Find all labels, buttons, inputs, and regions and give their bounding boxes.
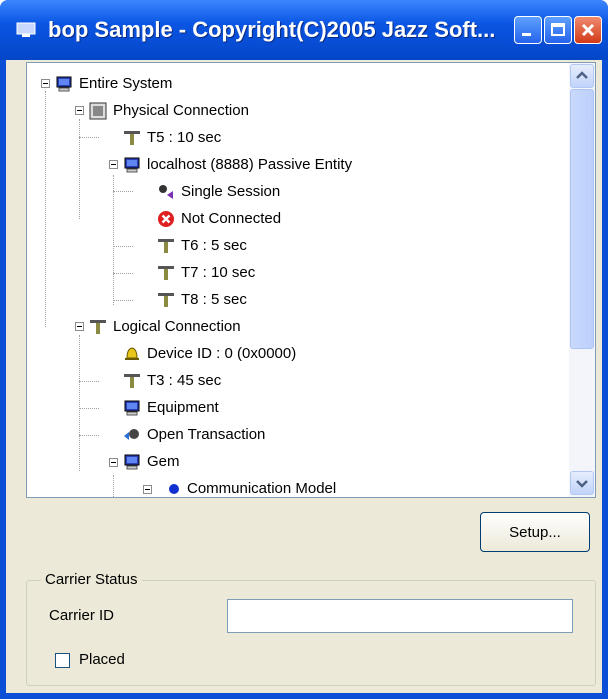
tree-line xyxy=(79,137,99,138)
computer-icon xyxy=(124,454,140,470)
tree-line xyxy=(79,408,99,409)
error-icon xyxy=(158,211,174,228)
tree-expander[interactable] xyxy=(75,106,84,115)
carrier-status-legend: Carrier Status xyxy=(41,571,142,588)
chevron-up-icon xyxy=(576,71,588,79)
tree-line xyxy=(113,191,133,192)
minimize-button[interactable] xyxy=(514,16,542,44)
timer-icon xyxy=(90,320,106,335)
tree-node-label: Communication Model xyxy=(187,480,337,498)
tree-node-label: Logical Connection xyxy=(113,318,241,336)
tree-node-label: Physical Connection xyxy=(113,102,249,120)
minimize-icon xyxy=(522,33,531,36)
dot-icon xyxy=(169,484,179,495)
tree-node-label: T5 : 10 sec xyxy=(147,129,222,147)
tree-node-label: Equipment xyxy=(147,399,219,417)
tree-expander[interactable] xyxy=(109,160,118,169)
tree-node-entire-system[interactable]: Entire System xyxy=(55,71,172,97)
tree-line xyxy=(79,381,99,382)
tree-node-communication-model[interactable]: Communication Model xyxy=(167,476,337,498)
tree-node-equipment[interactable]: Equipment xyxy=(123,395,219,421)
transaction-icon xyxy=(124,429,139,441)
tree-line xyxy=(113,175,114,305)
tree-expander[interactable] xyxy=(109,458,118,467)
maximize-icon xyxy=(551,23,565,36)
tree-node-t8[interactable]: T8 : 5 sec xyxy=(157,287,247,313)
tree-node-open-transaction[interactable]: Open Transaction xyxy=(123,422,265,448)
scroll-down-button[interactable] xyxy=(570,471,594,495)
tree-node-label: Gem xyxy=(147,453,180,471)
timer-icon xyxy=(158,293,174,308)
tree-node-logical-connection[interactable]: Logical Connection xyxy=(89,314,241,340)
tree-line xyxy=(45,91,46,327)
tree-node-label: T6 : 5 sec xyxy=(181,237,247,255)
tree-expander[interactable] xyxy=(143,485,152,494)
close-button[interactable] xyxy=(574,16,602,44)
network-icon xyxy=(89,102,107,120)
close-icon xyxy=(581,23,595,37)
app-icon xyxy=(16,22,36,37)
computer-icon xyxy=(124,400,140,416)
tree-node-single-session[interactable]: Single Session xyxy=(157,179,280,205)
tree-line xyxy=(113,273,133,274)
tree-node-label: Not Connected xyxy=(181,210,282,228)
tree-content: Entire System Physical Connection T5 : 1… xyxy=(27,63,567,498)
tree-node-gem[interactable]: Gem xyxy=(123,449,180,475)
tree-node-t3[interactable]: T3 : 45 sec xyxy=(123,368,221,394)
tree-node-label: Device ID : 0 (0x0000) xyxy=(147,345,297,363)
tree-line xyxy=(113,300,133,301)
window-title: bop Sample - Copyright(C)2005 Jazz Soft.… xyxy=(48,17,496,42)
tree-node-label: Entire System xyxy=(79,75,173,93)
tree-node-not-connected[interactable]: Not Connected xyxy=(157,206,281,232)
tree-node-device-id[interactable]: Device ID : 0 (0x0000) xyxy=(123,341,296,367)
placed-label[interactable]: Placed xyxy=(79,651,125,668)
tree-expander[interactable] xyxy=(75,322,84,331)
carrier-status-group: Carrier Status Carrier ID Placed xyxy=(26,571,596,686)
tree-node-label: T3 : 45 sec xyxy=(147,372,222,390)
tree-node-label: Open Transaction xyxy=(147,426,266,444)
client-area: Entire System Physical Connection T5 : 1… xyxy=(6,60,602,693)
carrier-id-input[interactable] xyxy=(227,599,573,633)
vertical-scrollbar[interactable] xyxy=(569,63,595,497)
tree-node-label: T7 : 10 sec xyxy=(181,264,256,282)
timer-icon xyxy=(124,374,140,389)
bell-icon xyxy=(125,347,139,361)
tree-node-localhost[interactable]: localhost (8888) Passive Entity xyxy=(123,152,352,178)
computer-icon xyxy=(56,76,72,92)
tree-node-label: localhost (8888) Passive Entity xyxy=(147,156,353,174)
tree-view[interactable]: Entire System Physical Connection T5 : 1… xyxy=(26,62,596,498)
tree-line xyxy=(79,119,80,219)
tree-expander[interactable] xyxy=(41,79,50,88)
app-window: bop Sample - Copyright(C)2005 Jazz Soft.… xyxy=(0,0,608,699)
tree-node-t5[interactable]: T5 : 10 sec xyxy=(123,125,221,151)
tree-line xyxy=(113,246,133,247)
scroll-thumb[interactable] xyxy=(570,89,594,349)
scroll-up-button[interactable] xyxy=(570,64,594,88)
maximize-button[interactable] xyxy=(544,16,572,44)
tree-line xyxy=(113,475,114,497)
setup-button[interactable]: Setup... xyxy=(480,512,590,552)
tree-node-t7[interactable]: T7 : 10 sec xyxy=(157,260,255,286)
tree-node-physical-connection[interactable]: Physical Connection xyxy=(89,98,249,124)
timer-icon xyxy=(124,131,140,146)
placed-checkbox[interactable] xyxy=(55,653,70,668)
computer-icon xyxy=(124,157,140,173)
chevron-down-icon xyxy=(576,480,588,488)
tree-node-label: Single Session xyxy=(181,183,281,201)
title-bar[interactable]: bop Sample - Copyright(C)2005 Jazz Soft.… xyxy=(0,0,608,60)
carrier-id-label: Carrier ID xyxy=(49,607,115,624)
tree-node-label: T8 : 5 sec xyxy=(181,291,247,309)
tree-line xyxy=(79,435,99,436)
tree-node-t6[interactable]: T6 : 5 sec xyxy=(157,233,247,259)
tree-line xyxy=(79,335,80,471)
session-icon xyxy=(159,185,173,200)
timer-icon xyxy=(158,239,174,254)
timer-icon xyxy=(158,266,174,281)
